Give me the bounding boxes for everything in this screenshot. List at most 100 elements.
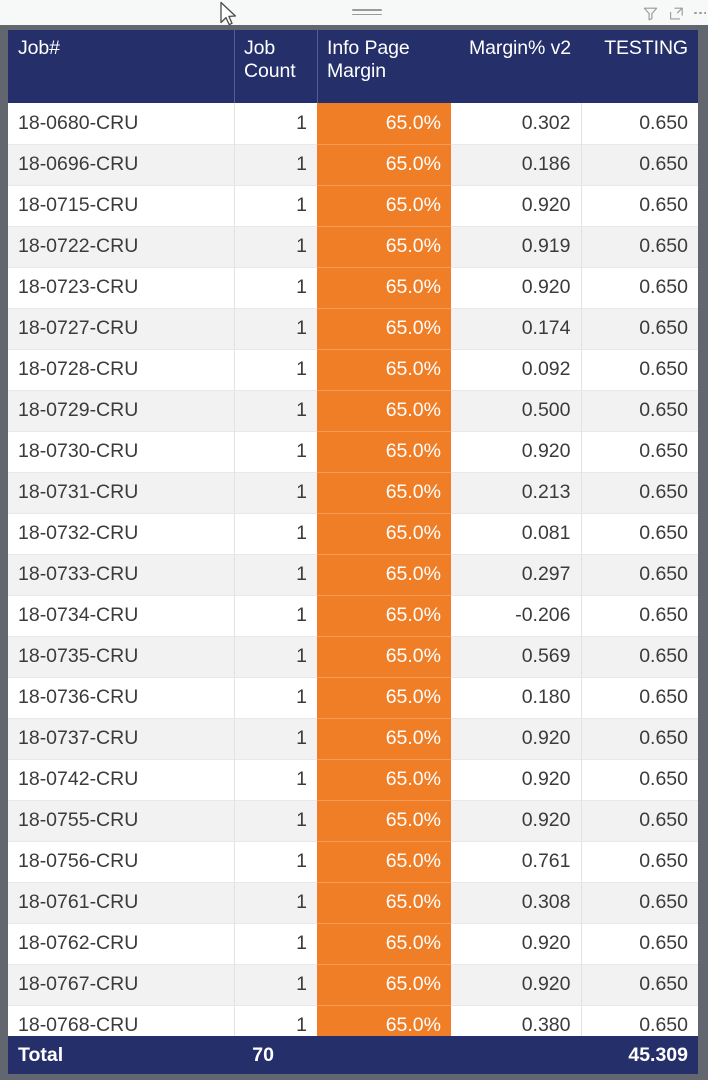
cell-job-count: 1 (233, 677, 317, 719)
cell-job: 18-0727-CRU (8, 308, 234, 350)
cell-job-count: 1 (233, 185, 317, 227)
cell-info-page-margin: 65.0% (317, 431, 451, 473)
cell-job-count: 1 (233, 390, 317, 432)
cell-margin-v2: 0.297 (451, 554, 581, 596)
cell-job: 18-0755-CRU (8, 800, 234, 842)
cell-job: 18-0736-CRU (8, 677, 234, 719)
table-header: Job# Job Count Info Page Margin Margin% … (8, 30, 698, 103)
cell-margin-v2: 0.920 (451, 964, 581, 1006)
table-row[interactable]: 18-0733-CRU 1 65.0% 0.297 0.650 (8, 554, 698, 596)
column-header-job-count[interactable]: Job Count (234, 30, 317, 103)
drag-handle[interactable] (352, 9, 382, 16)
table-visual: Job# Job Count Info Page Margin Margin% … (0, 0, 708, 1080)
table-row[interactable]: 18-0729-CRU 1 65.0% 0.500 0.650 (8, 390, 698, 432)
cell-testing: 0.650 (580, 349, 698, 391)
cell-testing: 0.650 (580, 144, 698, 186)
more-options-icon[interactable] (694, 5, 706, 22)
cell-job-count: 1 (233, 226, 317, 268)
table-row[interactable]: 18-0696-CRU 1 65.0% 0.186 0.650 (8, 144, 698, 186)
table-row[interactable]: 18-0735-CRU 1 65.0% 0.569 0.650 (8, 636, 698, 678)
total-label: Total (8, 1036, 146, 1074)
cell-job: 18-0715-CRU (8, 185, 234, 227)
cell-job: 18-0731-CRU (8, 472, 234, 514)
cell-job-count: 1 (233, 431, 317, 473)
cell-margin-v2: 0.920 (451, 431, 581, 473)
cell-info-page-margin: 65.0% (317, 308, 451, 350)
cell-job: 18-0761-CRU (8, 882, 234, 924)
ellipsis-dot (694, 11, 697, 15)
cell-margin-v2: 0.920 (451, 800, 581, 842)
visual-header-toolbar (0, 0, 708, 25)
cell-job: 18-0762-CRU (8, 923, 234, 965)
cell-job: 18-0756-CRU (8, 841, 234, 883)
cell-margin-v2: 0.180 (451, 677, 581, 719)
cell-margin-v2: 0.569 (451, 636, 581, 678)
column-header-job[interactable]: Job# (8, 30, 234, 103)
total-job-count: 70 (146, 1036, 284, 1074)
cell-info-page-margin: 65.0% (317, 964, 451, 1006)
cell-info-page-margin: 65.0% (317, 390, 451, 432)
filter-icon[interactable] (642, 5, 659, 22)
focus-mode-icon[interactable] (668, 5, 685, 22)
table-row[interactable]: 18-0731-CRU 1 65.0% 0.213 0.650 (8, 472, 698, 514)
cell-job: 18-0696-CRU (8, 144, 234, 186)
cell-info-page-margin: 65.0% (317, 677, 451, 719)
table-row[interactable]: 18-0767-CRU 1 65.0% 0.920 0.650 (8, 964, 698, 1006)
cell-info-page-margin: 65.0% (317, 759, 451, 801)
table-row[interactable]: 18-0762-CRU 1 65.0% 0.920 0.650 (8, 923, 698, 965)
cell-testing: 0.650 (580, 636, 698, 678)
cell-testing: 0.650 (580, 185, 698, 227)
cell-testing: 0.650 (580, 677, 698, 719)
cell-job-count: 1 (233, 144, 317, 186)
cell-info-page-margin: 65.0% (317, 841, 451, 883)
cell-job-count: 1 (233, 882, 317, 924)
column-header-testing[interactable]: TESTING (581, 30, 698, 103)
cell-testing: 0.650 (580, 554, 698, 596)
column-header-info-page-margin[interactable]: Info Page Margin (317, 30, 451, 103)
table-row[interactable]: 18-0761-CRU 1 65.0% 0.308 0.650 (8, 882, 698, 924)
table-row[interactable]: 18-0728-CRU 1 65.0% 0.092 0.650 (8, 349, 698, 391)
table-row[interactable]: 18-0722-CRU 1 65.0% 0.919 0.650 (8, 226, 698, 268)
table-row[interactable]: 18-0734-CRU 1 65.0% -0.206 0.650 (8, 595, 698, 637)
cell-job: 18-0723-CRU (8, 267, 234, 309)
cell-job: 18-0732-CRU (8, 513, 234, 555)
table-row[interactable]: 18-0732-CRU 1 65.0% 0.081 0.650 (8, 513, 698, 555)
cell-info-page-margin: 65.0% (317, 185, 451, 227)
cell-job: 18-0742-CRU (8, 759, 234, 801)
cell-testing: 0.650 (580, 923, 698, 965)
cell-info-page-margin: 65.0% (317, 226, 451, 268)
cell-testing: 0.650 (580, 308, 698, 350)
table-scroll-area[interactable]: Job# Job Count Info Page Margin Margin% … (8, 30, 698, 1074)
table-row[interactable]: 18-0737-CRU 1 65.0% 0.920 0.650 (8, 718, 698, 760)
table-row[interactable]: 18-0680-CRU 1 65.0% 0.302 0.650 (8, 103, 698, 145)
cell-info-page-margin: 65.0% (317, 103, 451, 145)
table-row[interactable]: 18-0756-CRU 1 65.0% 0.761 0.650 (8, 841, 698, 883)
cell-job: 18-0728-CRU (8, 349, 234, 391)
cell-job-count: 1 (233, 554, 317, 596)
table-row[interactable]: 18-0723-CRU 1 65.0% 0.920 0.650 (8, 267, 698, 309)
cell-info-page-margin: 65.0% (317, 472, 451, 514)
cell-job-count: 1 (233, 841, 317, 883)
cell-margin-v2: 0.213 (451, 472, 581, 514)
table-total-row: Total 70 45.309 (8, 1036, 698, 1074)
table-row[interactable]: 18-0742-CRU 1 65.0% 0.920 0.650 (8, 759, 698, 801)
cell-margin-v2: 0.920 (451, 759, 581, 801)
cell-info-page-margin: 65.0% (317, 513, 451, 555)
table-row[interactable]: 18-0715-CRU 1 65.0% 0.920 0.650 (8, 185, 698, 227)
cell-job-count: 1 (233, 923, 317, 965)
cell-testing: 0.650 (580, 800, 698, 842)
table-row[interactable]: 18-0727-CRU 1 65.0% 0.174 0.650 (8, 308, 698, 350)
cell-testing: 0.650 (580, 267, 698, 309)
cell-margin-v2: 0.186 (451, 144, 581, 186)
cell-job-count: 1 (233, 595, 317, 637)
table-row[interactable]: 18-0755-CRU 1 65.0% 0.920 0.650 (8, 800, 698, 842)
column-header-margin-v2[interactable]: Margin% v2 (451, 30, 581, 103)
table-row[interactable]: 18-0730-CRU 1 65.0% 0.920 0.650 (8, 431, 698, 473)
cell-testing: 0.650 (580, 882, 698, 924)
cell-job-count: 1 (233, 513, 317, 555)
cell-job-count: 1 (233, 472, 317, 514)
cell-job-count: 1 (233, 800, 317, 842)
table-row[interactable]: 18-0736-CRU 1 65.0% 0.180 0.650 (8, 677, 698, 719)
cell-job: 18-0730-CRU (8, 431, 234, 473)
cell-testing: 0.650 (580, 841, 698, 883)
